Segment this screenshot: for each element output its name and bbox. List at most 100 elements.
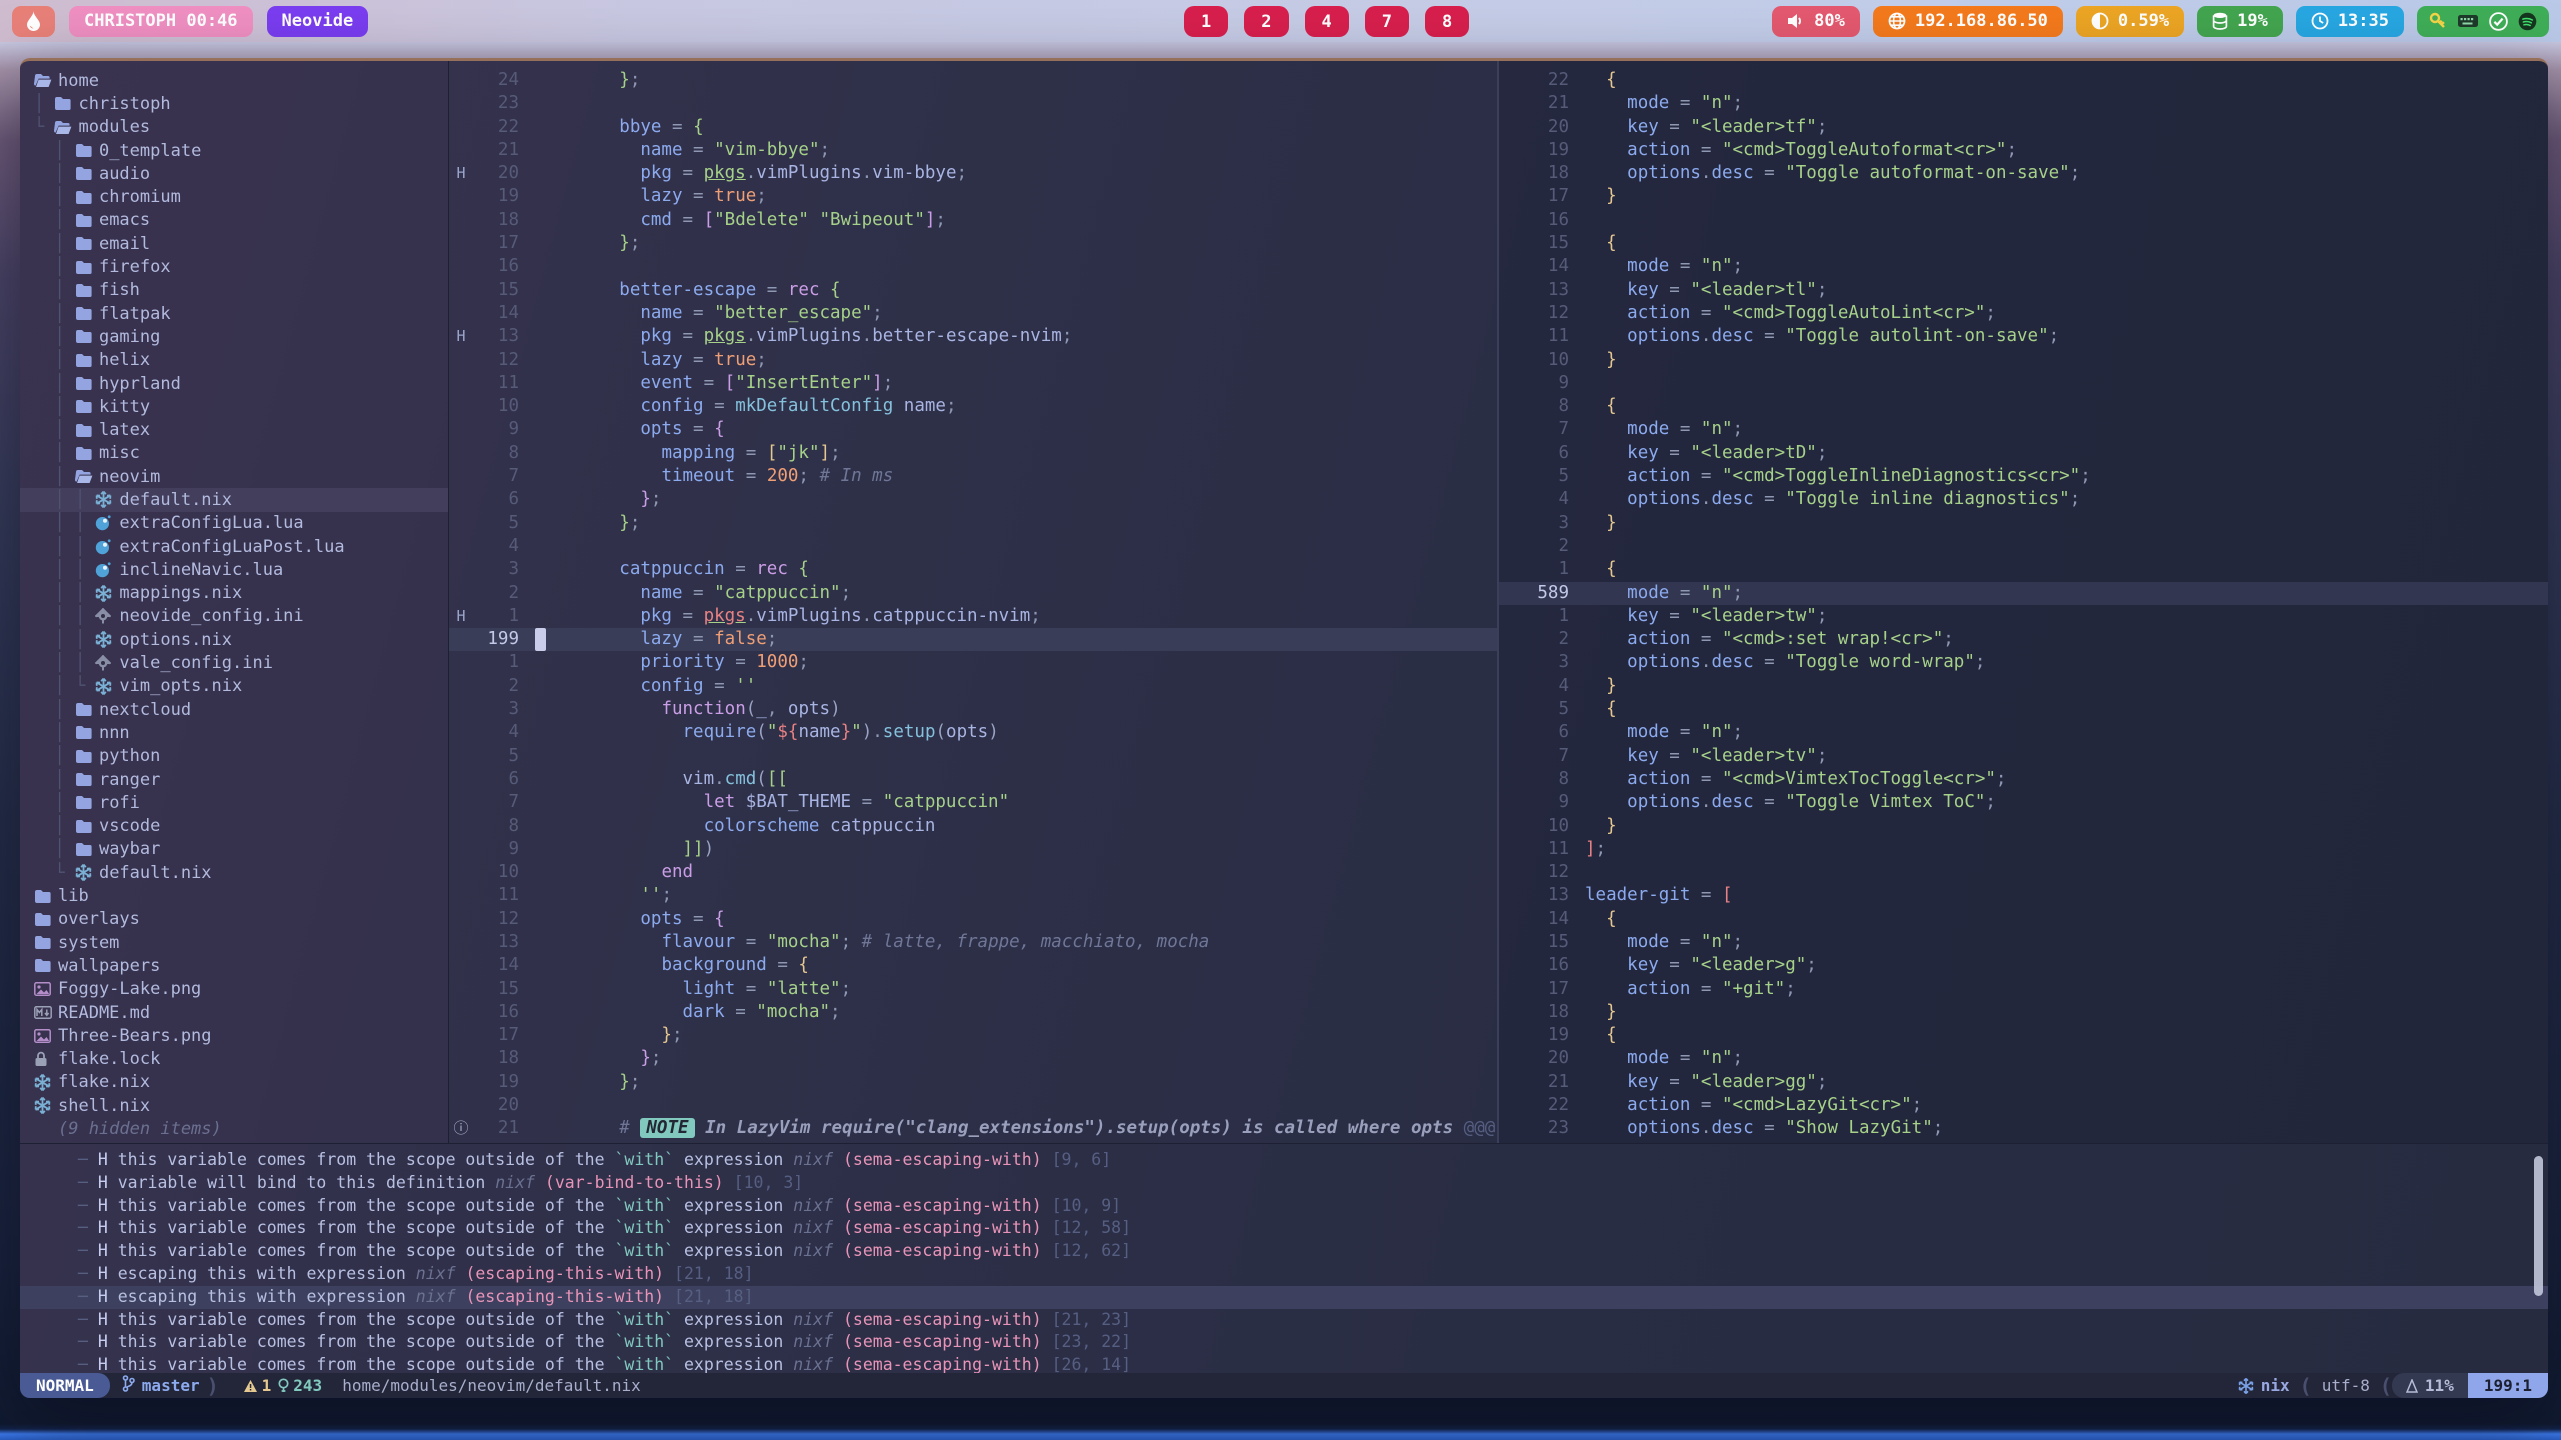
- diagnostics-segment[interactable]: 1 243: [231, 1373, 335, 1398]
- tree-item-hyprland[interactable]: │ hyprland: [20, 372, 448, 395]
- code-line[interactable]: 21 mode = "n";: [1499, 92, 2548, 115]
- tree-item-inclinenavic.lua[interactable]: │ │ inclineNavic.lua: [20, 558, 448, 581]
- code-line[interactable]: 19 lazy = true;: [449, 185, 1497, 208]
- network-pill[interactable]: 192.168.86.50: [1873, 6, 2063, 37]
- code-line[interactable]: 10 end: [449, 861, 1497, 884]
- code-line[interactable]: 13 flavour = "mocha"; # latte, frappe, m…: [449, 931, 1497, 954]
- code-line[interactable]: 21 key = "<leader>gg";: [1499, 1071, 2548, 1094]
- check-icon[interactable]: [2489, 12, 2508, 31]
- tree-item-0-template[interactable]: │ 0_template: [20, 139, 448, 162]
- tree-item-firefox[interactable]: │ firefox: [20, 255, 448, 278]
- diagnostic-row[interactable]: ─ H this variable comes from the scope o…: [78, 1309, 2548, 1332]
- code-line[interactable]: 8 {: [1499, 395, 2548, 418]
- tree-item-system[interactable]: system: [20, 931, 448, 954]
- code-line[interactable]: 9 opts = {: [449, 418, 1497, 441]
- code-line[interactable]: 11 options.desc = "Toggle autolint-on-sa…: [1499, 325, 2548, 348]
- code-line[interactable]: 16: [1499, 209, 2548, 232]
- code-line[interactable]: 1 key = "<leader>tw";: [1499, 605, 2548, 628]
- diagnostic-row[interactable]: ─ H this variable comes from the scope o…: [78, 1217, 2548, 1240]
- code-line[interactable]: 22 action = "<cmd>LazyGit<cr>";: [1499, 1094, 2548, 1117]
- tree-item-default.nix[interactable]: │ │ default.nix: [20, 488, 448, 511]
- code-line[interactable]: 12 lazy = true;: [449, 349, 1497, 372]
- code-line[interactable]: 3 catppuccin = rec {: [449, 558, 1497, 581]
- workspace-1[interactable]: 1: [1184, 6, 1228, 37]
- code-line[interactable]: 8 mapping = ["jk"];: [449, 442, 1497, 465]
- tree-item-christoph[interactable]: │ christoph: [20, 92, 448, 115]
- spotify-icon[interactable]: [2518, 12, 2537, 31]
- code-line[interactable]: 16: [449, 255, 1497, 278]
- tree-item-chromium[interactable]: │ chromium: [20, 185, 448, 208]
- tree-item-home[interactable]: home: [20, 69, 448, 92]
- code-line[interactable]: 199 lazy = false;: [449, 628, 1497, 651]
- code-line[interactable]: 3 }: [1499, 512, 2548, 535]
- code-line[interactable]: 2 config = '': [449, 675, 1497, 698]
- code-line[interactable]: 4 }: [1499, 675, 2548, 698]
- memory-pill[interactable]: 19%: [2197, 6, 2283, 37]
- code-line[interactable]: 23 options.desc = "Show LazyGit";: [1499, 1117, 2548, 1140]
- tree-item-misc[interactable]: │ misc: [20, 442, 448, 465]
- code-line[interactable]: 4: [449, 535, 1497, 558]
- diagnostic-row[interactable]: ─ H this variable comes from the scope o…: [78, 1240, 2548, 1263]
- code-line[interactable]: 18 cmd = ["Bdelete" "Bwipeout"];: [449, 209, 1497, 232]
- tree-item-neovim[interactable]: │ neovim: [20, 465, 448, 488]
- tree-item-waybar[interactable]: │ waybar: [20, 838, 448, 861]
- code-line[interactable]: 19 {: [1499, 1024, 2548, 1047]
- active-app-pill[interactable]: Neovide: [267, 6, 369, 37]
- code-line[interactable]: 17 };: [449, 232, 1497, 255]
- code-line[interactable]: 17 }: [1499, 185, 2548, 208]
- code-line[interactable]: 15 {: [1499, 232, 2548, 255]
- tree-item-modules[interactable]: └ modules: [20, 116, 448, 139]
- code-line[interactable]: 9 options.desc = "Toggle Vimtex ToC";: [1499, 791, 2548, 814]
- launcher-button[interactable]: [12, 6, 55, 37]
- code-line[interactable]: 7 let $BAT_THEME = "catppuccin": [449, 791, 1497, 814]
- code-line[interactable]: 6 };: [449, 488, 1497, 511]
- tree-item-ranger[interactable]: │ ranger: [20, 768, 448, 791]
- diagnostic-row[interactable]: ─ H escaping this with expression nixf (…: [78, 1263, 2548, 1286]
- keyboard-icon[interactable]: [2457, 13, 2479, 29]
- code-line[interactable]: 11 event = ["InsertEnter"];: [449, 372, 1497, 395]
- code-line[interactable]: H13 pkg = pkgs.vimPlugins.better-escape-…: [449, 325, 1497, 348]
- code-line[interactable]: 13leader-git = [: [1499, 884, 2548, 907]
- code-line[interactable]: 11];: [1499, 838, 2548, 861]
- code-line[interactable]: 10 config = mkDefaultConfig name;: [449, 395, 1497, 418]
- code-line[interactable]: 21 name = "vim-bbye";: [449, 139, 1497, 162]
- code-line[interactable]: 4 require("${name}").setup(opts): [449, 721, 1497, 744]
- tree-item-shell.nix[interactable]: shell.nix: [20, 1094, 448, 1117]
- code-line[interactable]: 5 {: [1499, 698, 2548, 721]
- tree-item-python[interactable]: │ python: [20, 745, 448, 768]
- tree-item-neovide-config.ini[interactable]: │ │ neovide_config.ini: [20, 605, 448, 628]
- code-line[interactable]: 589 mode = "n";: [1499, 582, 2548, 605]
- code-line[interactable]: 11 '';: [449, 884, 1497, 907]
- code-line[interactable]: 12 opts = {: [449, 908, 1497, 931]
- code-line[interactable]: 23: [449, 92, 1497, 115]
- volume-pill[interactable]: 80%: [1772, 6, 1860, 37]
- code-line[interactable]: 6 key = "<leader>tD";: [1499, 442, 2548, 465]
- code-line[interactable]: H1 pkg = pkgs.vimPlugins.catppuccin-nvim…: [449, 605, 1497, 628]
- code-line[interactable]: 3 function(_, opts): [449, 698, 1497, 721]
- code-line[interactable]: 1 {: [1499, 558, 2548, 581]
- code-line[interactable]: 14 mode = "n";: [1499, 255, 2548, 278]
- cpu-load-pill[interactable]: 0.59%: [2076, 6, 2184, 37]
- tree-item-flake.lock[interactable]: flake.lock: [20, 1047, 448, 1070]
- code-line[interactable]: 15 mode = "n";: [1499, 931, 2548, 954]
- code-line[interactable]: 15 better-escape = rec {: [449, 279, 1497, 302]
- diagnostic-row[interactable]: ─ H this variable comes from the scope o…: [78, 1354, 2548, 1373]
- code-line[interactable]: 6 mode = "n";: [1499, 721, 2548, 744]
- tree-item-foggy-lake.png[interactable]: Foggy-Lake.png: [20, 978, 448, 1001]
- git-segment[interactable]: master ): [110, 1373, 231, 1398]
- code-line[interactable]: 10 }: [1499, 349, 2548, 372]
- tree-item-fish[interactable]: │ fish: [20, 279, 448, 302]
- tree-item-helix[interactable]: │ helix: [20, 349, 448, 372]
- code-line[interactable]: 1 priority = 1000;: [449, 651, 1497, 674]
- code-line[interactable]: 20 mode = "n";: [1499, 1047, 2548, 1070]
- code-line[interactable]: 2 name = "catppuccin";: [449, 582, 1497, 605]
- diagnostic-row[interactable]: ─ H this variable comes from the scope o…: [78, 1331, 2548, 1354]
- code-line[interactable]: 15 light = "latte";: [449, 978, 1497, 1001]
- tree-item-rofi[interactable]: │ rofi: [20, 791, 448, 814]
- tree-item-extraconfigluapost.lua[interactable]: │ │ extraConfigLuaPost.lua: [20, 535, 448, 558]
- code-line[interactable]: 18 };: [449, 1047, 1497, 1070]
- tree-item--9-hidden-items-[interactable]: (9 hidden items): [20, 1117, 448, 1140]
- code-line[interactable]: 7 timeout = 200; # In ms: [449, 465, 1497, 488]
- code-line[interactable]: 20 key = "<leader>tf";: [1499, 116, 2548, 139]
- code-line[interactable]: 18 options.desc = "Toggle autoformat-on-…: [1499, 162, 2548, 185]
